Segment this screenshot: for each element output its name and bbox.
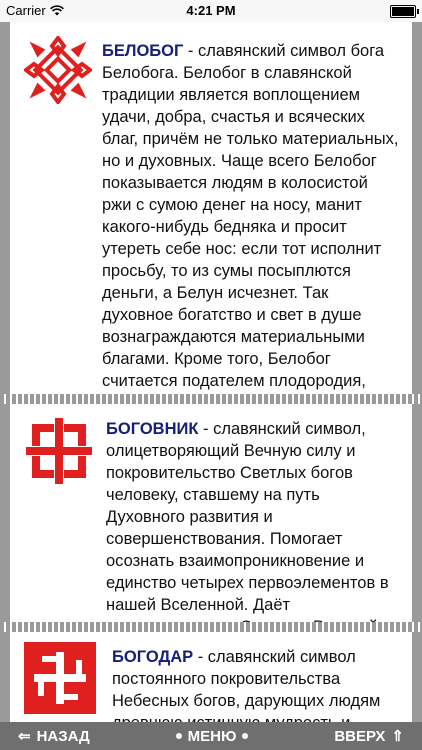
back-button[interactable]: ⇐ НАЗАД [0, 727, 108, 746]
bullet-icon [175, 733, 182, 739]
symbol-panel-bogodar: БОГОДАР - славянский символ постоянного … [10, 632, 412, 722]
up-button[interactable]: ВВЕРХ ⇑ [316, 727, 422, 746]
status-bar: Carrier 4:21 PM [0, 0, 422, 22]
bogovnik-title: БОГОВНИК [106, 420, 199, 438]
battery-icon [390, 5, 419, 18]
menu-label: МЕНЮ [187, 727, 237, 745]
symbol-panel-bogovnik: БОГОВНИК - славянский символ, олицетворя… [10, 404, 412, 658]
menu-button[interactable]: МЕНЮ [158, 728, 267, 745]
symbol-panel-belobog: БЕЛОБОГ - славянский символ бога Белобог… [10, 22, 412, 478]
bottom-nav-bar: ⇐ НАЗАД МЕНЮ ВВЕРХ ⇑ [0, 722, 422, 750]
status-time: 4:21 PM [186, 3, 236, 18]
back-label: НАЗАД [36, 727, 90, 745]
belobog-title: БЕЛОБОГ [102, 42, 184, 60]
bogodar-description: БОГОДАР - славянский символ постоянного … [22, 646, 400, 722]
arrow-left-icon: ⇐ [18, 728, 31, 745]
dashed-separator [0, 394, 422, 404]
up-label: ВВЕРХ [334, 727, 386, 745]
bogodar-title: БОГОДАР [112, 648, 194, 666]
content-area[interactable]: БЕЛОБОГ - славянский символ бога Белобог… [0, 22, 422, 722]
dashed-separator [0, 622, 422, 632]
arrow-up-icon: ⇑ [391, 728, 404, 745]
bullet-icon [242, 733, 249, 739]
